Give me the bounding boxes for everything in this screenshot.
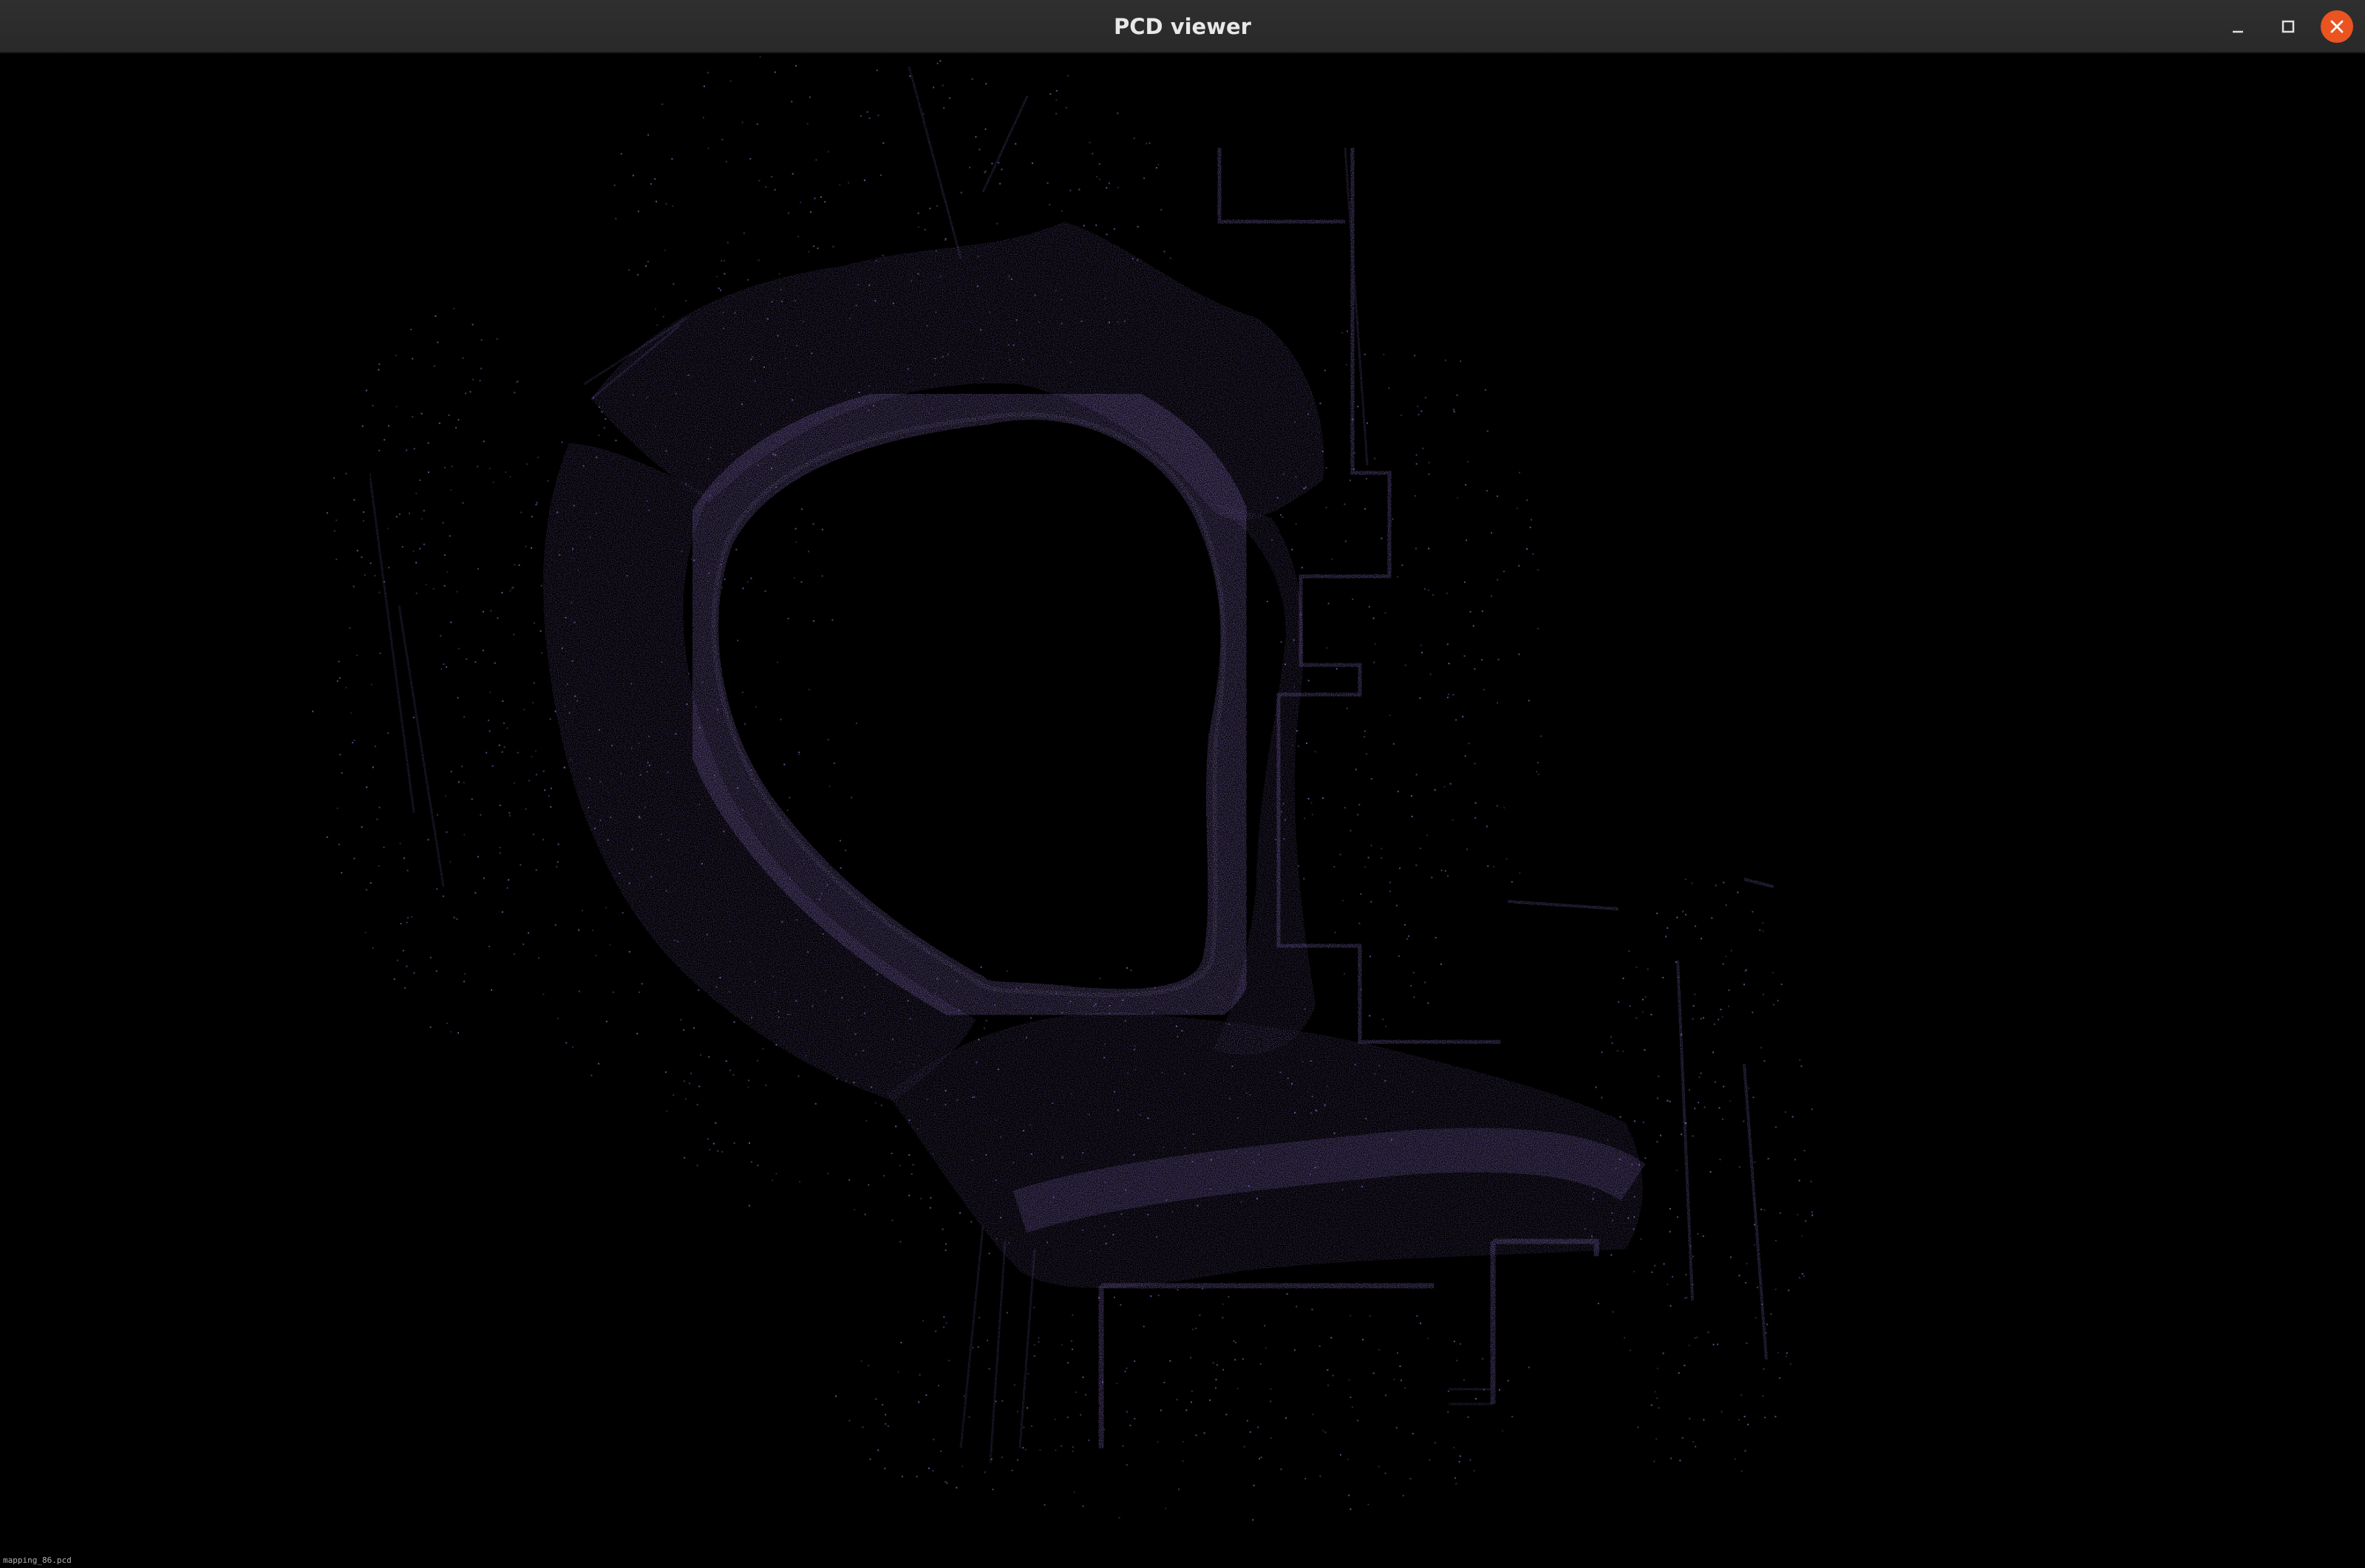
minimize-icon <box>2233 30 2243 33</box>
title-bar[interactable]: PCD viewer <box>0 0 2365 53</box>
status-filename: mapping_86.pcd <box>3 1555 72 1565</box>
close-button[interactable] <box>2321 10 2353 43</box>
window-title: PCD viewer <box>1114 14 1251 39</box>
minimize-button[interactable] <box>2222 10 2254 43</box>
point-cloud-viewport[interactable]: mapping_86.pcd <box>0 53 2365 1568</box>
close-icon <box>2330 20 2344 33</box>
pcd-viewer-window: PCD viewer mapping_86.pcd <box>0 0 2365 1568</box>
maximize-button[interactable] <box>2272 10 2304 43</box>
maximize-icon <box>2281 20 2295 33</box>
point-cloud-render <box>312 55 1814 1521</box>
cloud-region-west <box>543 443 976 1101</box>
